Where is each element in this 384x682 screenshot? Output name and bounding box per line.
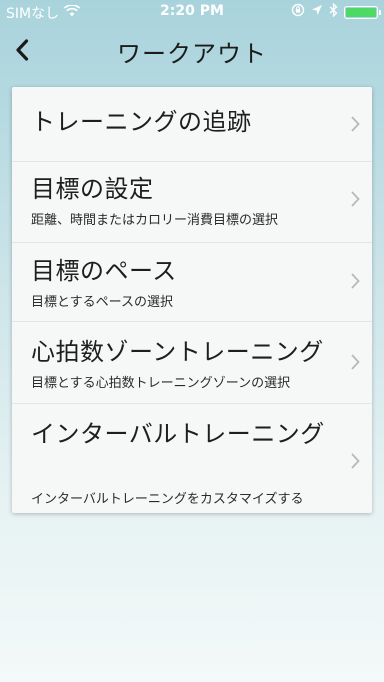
status-bar: SIMなし 2:20 PM xyxy=(0,0,384,24)
menu-item-title: 心拍数ゾーントレーニング xyxy=(31,338,324,366)
menu-item-title: トレーニングの追跡 xyxy=(31,108,252,136)
menu-item-title: 目標の設定 xyxy=(31,175,154,203)
menu-item-title: インターバルトレーニング xyxy=(31,420,325,448)
menu-item-subtitle: 目標とするペースの選択 xyxy=(31,295,173,310)
chevron-right-icon xyxy=(351,191,360,207)
page-title: ワークアウト xyxy=(117,40,267,68)
menu-item-subtitle: インターバルトレーニングをカスタマイズする xyxy=(31,492,304,507)
chevron-right-icon xyxy=(351,354,360,370)
menu-item-subtitle: 目標とする心拍数トレーニングゾーンの選択 xyxy=(31,376,291,391)
menu-item-subtitle: 距離、時間またはカロリー消費目標の選択 xyxy=(31,213,279,228)
chevron-right-icon xyxy=(351,273,360,289)
bluetooth-icon xyxy=(329,2,338,21)
menu-item-target-pace[interactable]: 目標のペース 目標とするペースの選択 xyxy=(12,243,372,322)
battery-level xyxy=(346,7,376,17)
location-arrow-icon xyxy=(311,4,323,20)
rotation-lock-icon xyxy=(291,3,305,21)
chevron-right-icon xyxy=(351,453,360,469)
menu-item-goal-setting[interactable]: 目標の設定 距離、時間またはカロリー消費目標の選択 xyxy=(12,162,372,243)
status-right xyxy=(291,2,381,21)
navigation-bar: ワークアウト xyxy=(0,24,384,76)
menu-item-training-tracking[interactable]: トレーニングの追跡 xyxy=(12,87,372,162)
chevron-right-icon xyxy=(351,116,360,132)
workout-menu: トレーニングの追跡 目標の設定 距離、時間またはカロリー消費目標の選択 目標のペ… xyxy=(12,87,372,513)
menu-item-interval-training[interactable]: インターバルトレーニング インターバルトレーニングをカスタマイズする xyxy=(12,404,372,513)
menu-item-title: 目標のペース xyxy=(31,257,177,285)
menu-item-heart-rate-zone[interactable]: 心拍数ゾーントレーニング 目標とする心拍数トレーニングゾーンの選択 xyxy=(12,322,372,404)
battery-icon xyxy=(344,5,381,19)
